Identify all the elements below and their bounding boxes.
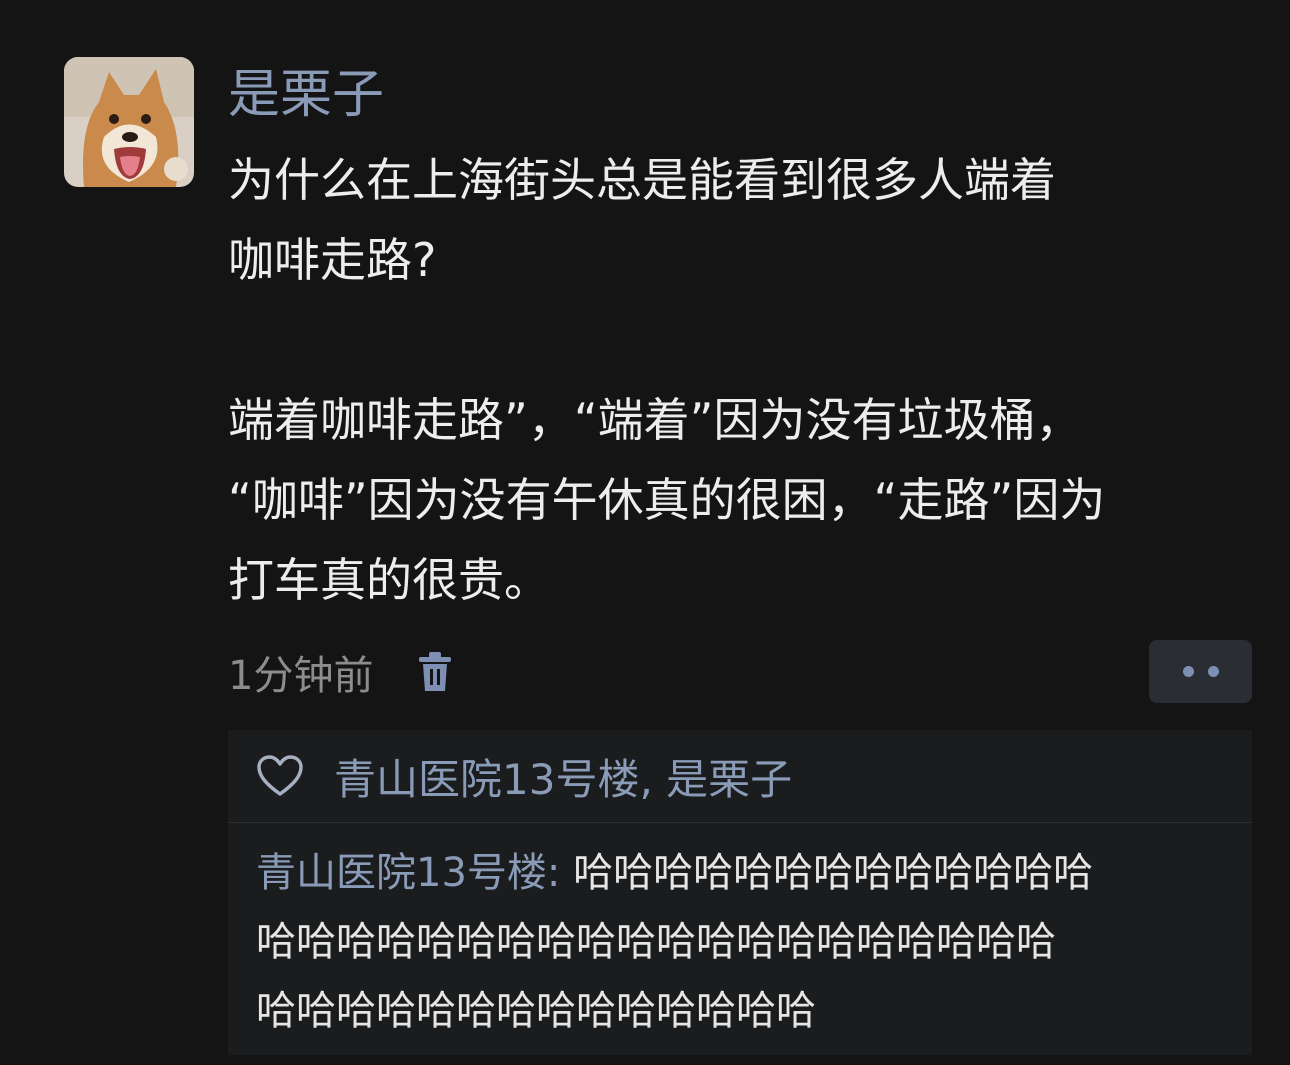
moment-post: 是栗子 为什么在上海街头总是能看到很多人端着 咖啡走路? 端着咖啡走路”，“端着… [0,0,1290,1065]
comment-separator: : [546,850,574,896]
trash-icon [419,652,452,691]
post-question-line: 为什么在上海街头总是能看到很多人端着 [228,153,1056,207]
post-answer-line: 打车真的很贵。 [228,553,550,607]
comment-author[interactable]: 青山医院13号楼 [256,850,547,896]
comment-line: 哈哈哈哈哈哈哈哈哈哈哈哈哈哈哈哈哈哈哈哈 [256,919,1056,965]
more-dots-icon [1182,666,1194,677]
delete-button[interactable] [415,649,455,695]
likes-names[interactable]: 青山医院13号楼, 是栗子 [334,746,792,807]
more-button[interactable] [1149,640,1252,703]
comment-text: 哈哈哈哈哈哈哈哈哈哈哈哈哈 [573,850,1094,896]
comment-item[interactable]: 青山医院13号楼: 哈哈哈哈哈哈哈哈哈哈哈哈哈 哈哈哈哈哈哈哈哈哈哈哈哈哈哈哈哈… [228,823,1252,1046]
comment-panel: 青山医院13号楼, 是栗子 青山医院13号楼: 哈哈哈哈哈哈哈哈哈哈哈哈哈 哈哈… [228,730,1252,1055]
post-answer-line: “咖啡”因为没有午休真的很困，“走路”因为 [228,473,1106,527]
avatar[interactable] [64,57,194,187]
post-timestamp: 1分钟前 [228,653,374,699]
comment-line: 哈哈哈哈哈哈哈哈哈哈哈哈哈哈 [256,988,816,1034]
shiba-dog-avatar-icon [64,57,194,187]
heart-icon[interactable] [256,754,304,798]
post-answer-line: 端着咖啡走路”，“端着”因为没有垃圾桶， [228,393,1082,447]
post-meta: 1分钟前 [228,640,455,704]
post-username[interactable]: 是栗子 [228,62,384,128]
post-content: 为什么在上海街头总是能看到很多人端着 咖啡走路? 端着咖啡走路”，“端着”因为没… [228,140,1258,620]
more-dots-icon [1207,666,1219,677]
likes-row: 青山医院13号楼, 是栗子 [228,730,1252,823]
post-question-line: 咖啡走路? [228,233,437,287]
comment-line: 青山医院13号楼: 哈哈哈哈哈哈哈哈哈哈哈哈哈 [256,839,1230,908]
